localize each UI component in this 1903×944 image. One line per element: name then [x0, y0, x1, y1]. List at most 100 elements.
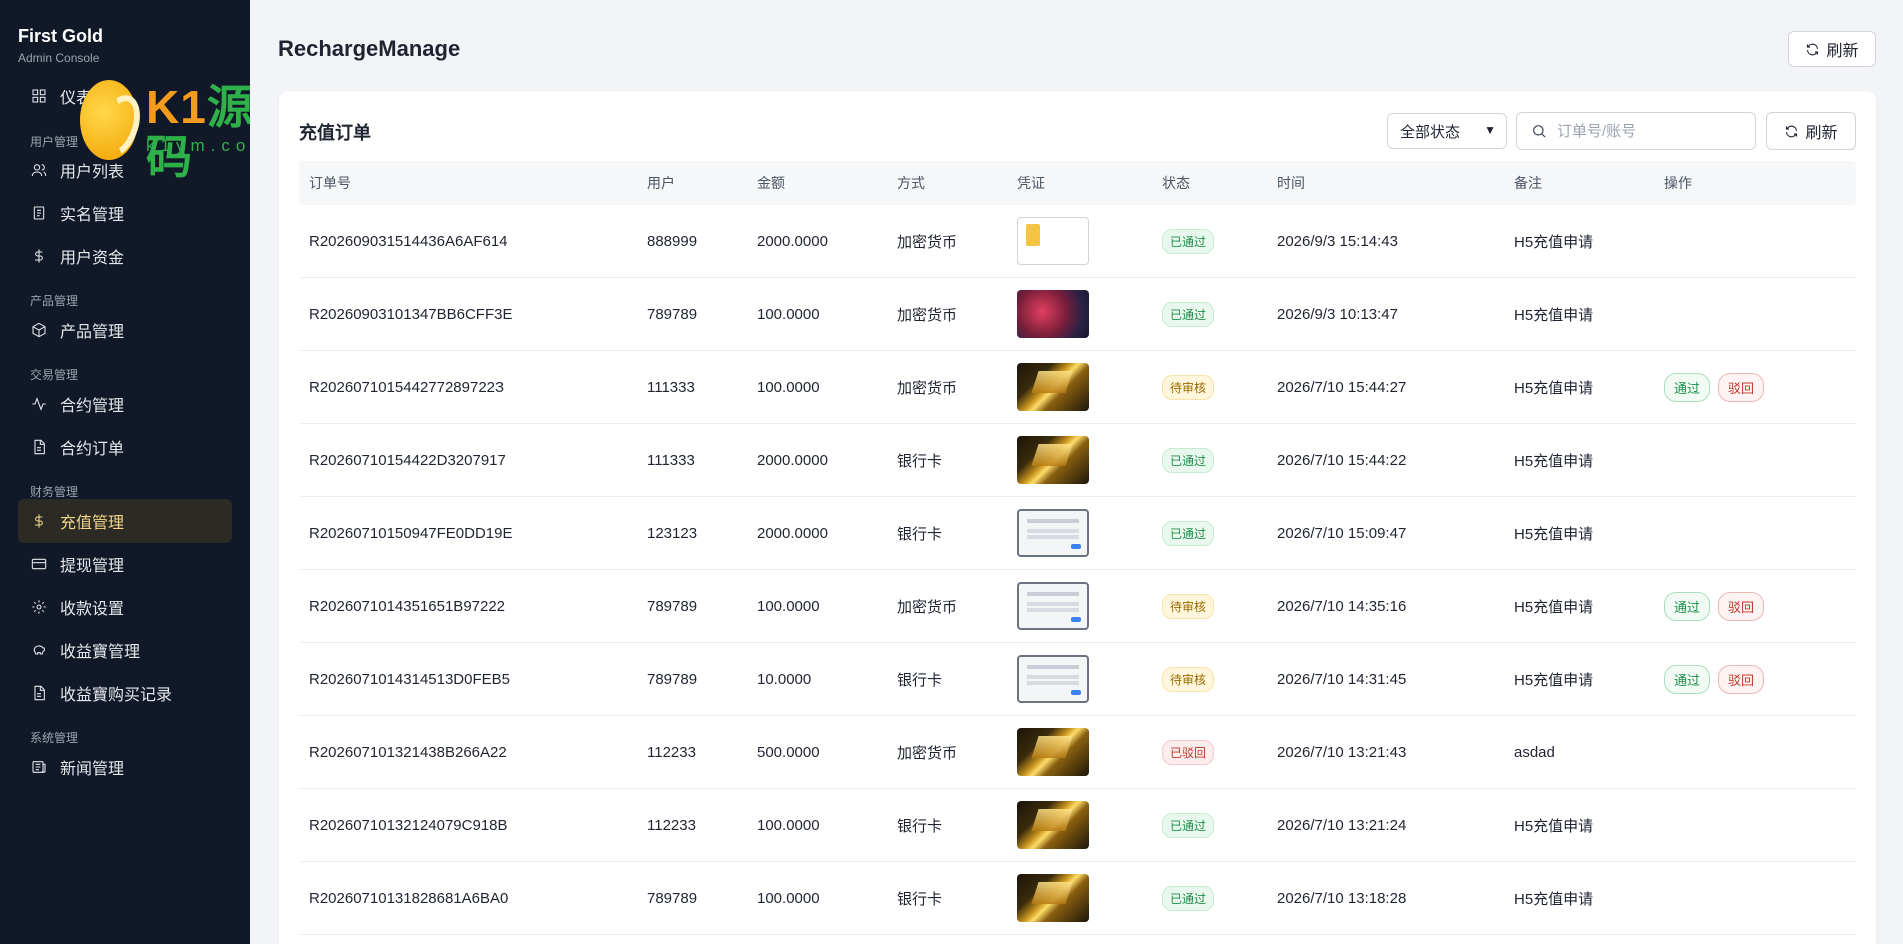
sidebar-group-label: 产品管理 — [30, 294, 79, 308]
status-badge: 待审核 — [1162, 666, 1215, 692]
sidebar-item[interactable]: 收款设置 — [18, 585, 232, 629]
proof-thumbnail[interactable] — [1017, 728, 1089, 776]
proof-thumbnail[interactable] — [1017, 874, 1089, 922]
proof-thumbnail[interactable] — [1017, 363, 1089, 411]
status-badge: 已通过 — [1162, 301, 1215, 327]
created-time: 2026/7/10 15:09:47 — [1277, 524, 1407, 542]
column-header: 凭证 — [1017, 175, 1045, 191]
proof-thumbnail[interactable] — [1017, 436, 1089, 484]
sidebar-item[interactable]: 合约管理 — [18, 382, 232, 426]
watermark-emblem-icon — [80, 80, 138, 160]
approve-button[interactable]: 通过 — [1664, 664, 1711, 694]
order-number: R20260710132124079C918B — [309, 816, 508, 834]
actions-cell: 通过 驳回 — [1654, 591, 1856, 621]
created-time: 2026/7/10 15:44:22 — [1277, 451, 1407, 469]
created-time: 2026/9/3 15:14:43 — [1277, 232, 1398, 250]
status-cell: 已通过 — [1152, 520, 1267, 546]
proof-thumbnail[interactable] — [1017, 509, 1089, 557]
sidebar-item[interactable]: 收益寶购买记录 — [18, 671, 232, 715]
remark: asdad — [1514, 743, 1555, 761]
amount: 2000.0000 — [757, 451, 828, 469]
sidebar-item[interactable]: 新闻管理 — [18, 745, 232, 789]
sidebar-item[interactable]: 产品管理 — [18, 308, 232, 352]
recharge-orders-card: 充值订单 全部状态 ▼ 刷新 订单号 用户 金额 方式 凭证 状态 时间 备注 操作 R2026… — [279, 91, 1876, 944]
status-badge: 已通过 — [1162, 228, 1215, 254]
order-number: R202607101321438B266A22 — [309, 743, 507, 761]
sidebar-item-label: 用户列表 — [60, 164, 125, 181]
status-filter-select[interactable]: 全部状态 ▼ — [1387, 113, 1507, 149]
amount: 100.0000 — [757, 305, 820, 323]
proof-thumbnail[interactable] — [1017, 801, 1089, 849]
approve-button[interactable]: 通过 — [1664, 372, 1711, 402]
status-cell: 已通过 — [1152, 228, 1267, 254]
sidebar-item-label: 产品管理 — [60, 324, 125, 341]
order-number: R20260710131828681A6BA0 — [309, 889, 509, 907]
created-time: 2026/7/10 14:31:45 — [1277, 670, 1407, 688]
reject-button[interactable]: 驳回 — [1718, 591, 1765, 621]
proof-cell — [1007, 217, 1152, 265]
proof-thumbnail[interactable] — [1017, 655, 1089, 703]
proof-cell — [1007, 582, 1152, 630]
remark: H5充值申请 — [1514, 452, 1594, 470]
proof-cell — [1007, 436, 1152, 484]
table-row: R202607101321438B266A22 112233 500.0000 加密货… — [299, 716, 1856, 789]
header-refresh-button[interactable]: 刷新 — [1788, 31, 1876, 67]
sidebar-item[interactable]: 收益寶管理 — [18, 628, 232, 672]
remark: H5充值申请 — [1514, 306, 1594, 324]
sidebar-item-label: 收益寶购买记录 — [60, 687, 173, 704]
sidebar-item-label: 提现管理 — [60, 558, 125, 575]
status-cell: 已通过 — [1152, 447, 1267, 473]
table-row: R20260710154422D3207917 111333 2000.0000 银行… — [299, 424, 1856, 497]
sidebar-item[interactable]: 合约订单 — [18, 425, 232, 469]
search-box — [1516, 112, 1756, 150]
dashboard-icon — [30, 87, 48, 105]
proof-cell — [1007, 801, 1152, 849]
user-id: 123123 — [647, 524, 698, 542]
sidebar-item[interactable]: 充值管理 — [18, 499, 232, 543]
table-refresh-button[interactable]: 刷新 — [1766, 112, 1856, 150]
status-filter-value: 全部状态 — [1400, 123, 1461, 141]
proof-thumbnail[interactable] — [1017, 290, 1089, 338]
proof-thumbnail[interactable] — [1017, 582, 1089, 630]
activity-icon — [30, 395, 48, 413]
user-id: 112233 — [647, 816, 696, 834]
proof-cell — [1007, 874, 1152, 922]
reject-button[interactable]: 驳回 — [1718, 372, 1765, 402]
payment-method: 加密货币 — [897, 233, 958, 251]
approve-button[interactable]: 通过 — [1664, 591, 1711, 621]
table-row: R20260710131828681A6BA0 789789 100.0000 银行卡… — [299, 862, 1856, 935]
dollar-icon — [30, 247, 48, 265]
column-header: 备注 — [1514, 175, 1542, 191]
sidebar-item-label: 实名管理 — [60, 207, 125, 224]
refresh-icon — [1807, 43, 1819, 55]
sidebar-group-label: 财务管理 — [30, 485, 79, 499]
sidebar-item[interactable]: 实名管理 — [18, 191, 232, 235]
gear-icon — [30, 598, 48, 616]
status-badge: 待审核 — [1162, 593, 1215, 619]
brand-title: First Gold — [18, 26, 103, 46]
column-header: 金额 — [757, 175, 785, 191]
remark: H5充值申请 — [1514, 598, 1594, 616]
news-icon — [30, 758, 48, 776]
order-number: R20260903101347BB6CFF3E — [309, 305, 513, 323]
sidebar-item[interactable]: 用户资金 — [18, 234, 232, 278]
column-header: 用户 — [647, 175, 675, 191]
reject-button[interactable]: 驳回 — [1718, 664, 1765, 694]
created-time: 2026/7/10 15:44:27 — [1277, 378, 1407, 396]
card-icon — [30, 555, 48, 573]
sidebar-item[interactable]: 提现管理 — [18, 542, 232, 586]
proof-thumbnail[interactable] — [1017, 217, 1089, 265]
watermark-text: K1源码 — [146, 81, 250, 183]
column-header: 状态 — [1162, 175, 1190, 191]
user-id: 789789 — [647, 889, 698, 907]
table-body: R202609031514436A6AF614 888999 2000.0000 加密… — [299, 205, 1856, 935]
remark: H5充值申请 — [1514, 379, 1594, 397]
amount: 100.0000 — [757, 889, 820, 907]
document-icon — [30, 438, 48, 456]
status-cell: 已通过 — [1152, 885, 1267, 911]
order-number: R20260710154422D3207917 — [309, 451, 506, 469]
search-input[interactable] — [1557, 122, 1747, 140]
created-time: 2026/7/10 14:35:16 — [1277, 597, 1407, 615]
dollar-icon — [30, 512, 48, 530]
status-cell: 已通过 — [1152, 301, 1267, 327]
